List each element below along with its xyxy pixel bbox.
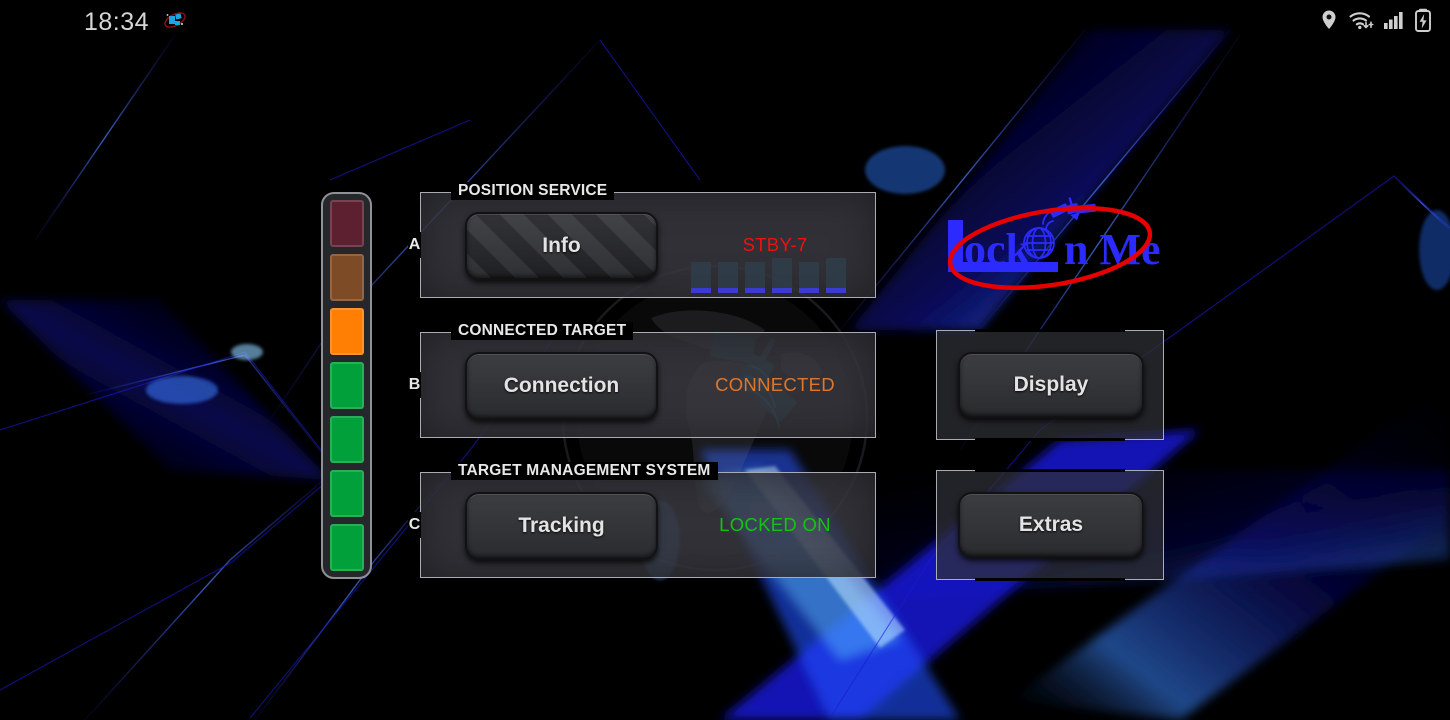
panel-position-service: POSITION SERVICE A Info STBY-7 xyxy=(408,182,876,298)
connected-target-status: CONNECTED xyxy=(715,374,835,395)
satellite-bar-2 xyxy=(718,262,738,293)
extras-button[interactable]: Extras xyxy=(958,492,1144,558)
panel-side-label-c: C xyxy=(408,512,421,538)
panel-side-label-b: B xyxy=(408,372,421,398)
status-clock: 18:34 xyxy=(84,7,150,36)
location-pin-icon xyxy=(1319,9,1339,36)
svg-text:n Me: n Me xyxy=(1064,225,1161,274)
satellite-signal-bars xyxy=(691,255,846,293)
status-bar: 18:34 xyxy=(0,0,1450,44)
panel-target-management-system: TARGET MANAGEMENT SYSTEM C Tracking LOCK… xyxy=(408,462,876,578)
panel-legend-position-service: POSITION SERVICE xyxy=(451,182,615,200)
tracking-button-label: Tracking xyxy=(518,514,605,537)
panel-side-label-a: A xyxy=(408,232,421,258)
app-logo: ock n Me xyxy=(938,196,1166,294)
signal-segment-2 xyxy=(329,254,364,301)
satellite-bar-1 xyxy=(691,262,711,293)
signal-strength-meter xyxy=(321,192,372,579)
panel-legend-connected-target: CONNECTED TARGET xyxy=(451,322,634,340)
svg-text:ock: ock xyxy=(964,225,1031,274)
signal-segment-6 xyxy=(329,470,364,517)
notification-icons xyxy=(163,8,187,37)
info-button-label: Info xyxy=(542,234,581,257)
cellular-signal-icon xyxy=(1383,9,1405,36)
panel-display: Display xyxy=(936,329,1164,441)
satellite-bar-3 xyxy=(745,262,765,293)
signal-segment-7 xyxy=(329,524,364,571)
signal-segment-3 xyxy=(329,308,364,355)
extras-button-label: Extras xyxy=(1018,513,1084,536)
tracking-button[interactable]: Tracking xyxy=(465,492,658,560)
panel-connected-target: CONNECTED TARGET B Connection CONNECTED xyxy=(408,322,876,438)
battery-charging-icon xyxy=(1414,8,1432,37)
connection-button-label: Connection xyxy=(503,374,620,397)
app-screen: 18:34 POSITION SERVICE A Info STBY-7 CON… xyxy=(0,0,1450,720)
panel-legend-target-management-system: TARGET MANAGEMENT SYSTEM xyxy=(451,462,718,480)
satellite-bar-6 xyxy=(826,258,846,293)
panel-extras: Extras xyxy=(936,469,1164,581)
info-button[interactable]: Info xyxy=(465,212,658,280)
wifi-icon xyxy=(1348,9,1374,36)
signal-segment-1 xyxy=(329,200,364,247)
display-button[interactable]: Display xyxy=(958,352,1144,418)
system-status-icons xyxy=(1319,8,1432,37)
satellite-app-icon xyxy=(163,8,187,37)
target-management-status: LOCKED ON xyxy=(719,514,831,535)
signal-segment-4 xyxy=(329,362,364,409)
connection-button[interactable]: Connection xyxy=(465,352,658,420)
display-button-label: Display xyxy=(1013,373,1089,396)
satellite-bar-5 xyxy=(799,262,819,293)
position-service-status: STBY-7 xyxy=(742,234,808,255)
signal-segment-5 xyxy=(329,416,364,463)
satellite-bar-4 xyxy=(772,258,792,293)
